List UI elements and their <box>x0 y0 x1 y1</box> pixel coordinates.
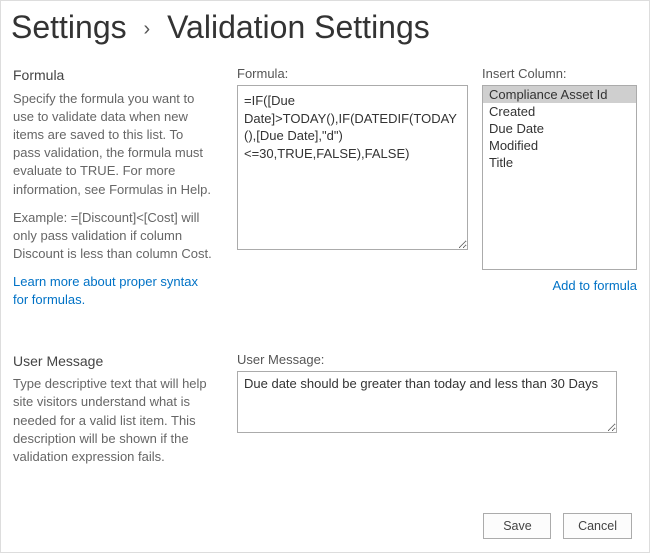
cancel-button[interactable]: Cancel <box>563 513 632 539</box>
column-option[interactable]: Compliance Asset Id <box>483 86 636 103</box>
chevron-right-icon: › <box>144 18 151 40</box>
column-option[interactable]: Due Date <box>483 120 636 137</box>
formula-section-title: Formula <box>13 66 213 86</box>
user-message-section-title: User Message <box>13 352 213 372</box>
add-to-formula-link[interactable]: Add to formula <box>552 278 637 293</box>
user-message-label: User Message: <box>237 352 617 367</box>
formula-textarea[interactable] <box>237 85 468 250</box>
save-button[interactable]: Save <box>483 513 551 539</box>
insert-column-label: Insert Column: <box>482 66 637 81</box>
user-message-description: Type descriptive text that will help sit… <box>13 375 213 466</box>
formula-description-b: Example: =[Discount]<[Cost] will only pa… <box>13 209 213 264</box>
breadcrumb-parent[interactable]: Settings <box>11 9 127 45</box>
learn-more-link[interactable]: Learn more about proper syntax for formu… <box>13 274 198 307</box>
user-message-textarea[interactable] <box>237 371 617 433</box>
column-option[interactable]: Created <box>483 103 636 120</box>
formula-label: Formula: <box>237 66 468 81</box>
insert-column-listbox[interactable]: Compliance Asset IdCreatedDue DateModifi… <box>482 85 637 270</box>
footer-buttons: Save Cancel <box>475 513 632 539</box>
breadcrumb: Settings › Validation Settings <box>1 1 649 60</box>
column-option[interactable]: Title <box>483 154 636 171</box>
breadcrumb-current: Validation Settings <box>167 9 430 45</box>
column-option[interactable]: Modified <box>483 137 636 154</box>
formula-description-a: Specify the formula you want to use to v… <box>13 90 213 199</box>
